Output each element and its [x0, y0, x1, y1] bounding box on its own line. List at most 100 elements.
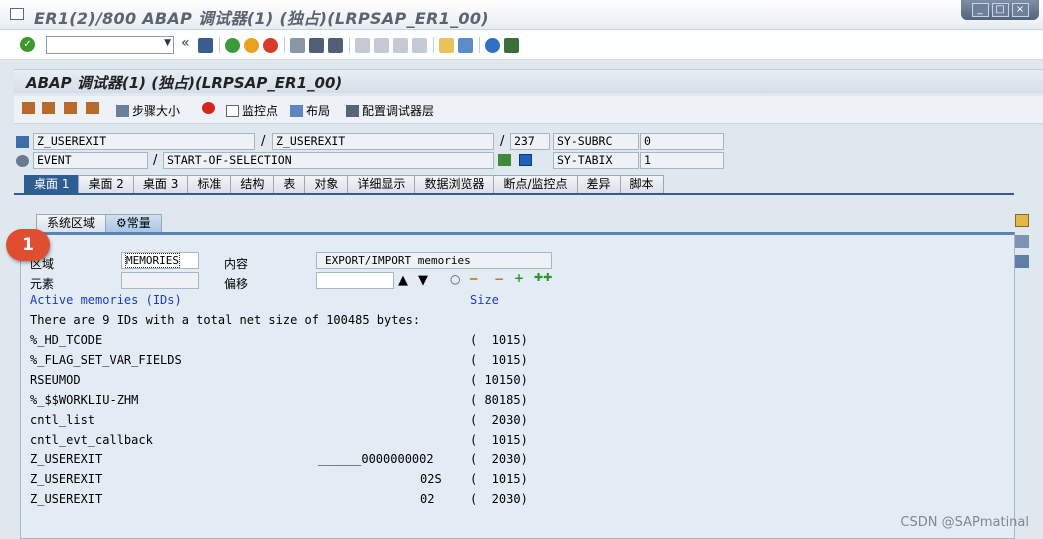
new-tool-icon[interactable]	[1015, 214, 1029, 227]
tab-diff[interactable]: 差异	[576, 175, 621, 193]
step-into-icon[interactable]	[22, 102, 35, 114]
tab-structure[interactable]: 结构	[230, 175, 275, 193]
info-icon[interactable]	[519, 154, 532, 166]
toolbar-separator	[433, 37, 434, 53]
exit-icon[interactable]	[244, 37, 259, 53]
window-controls: _ □ ×	[961, 0, 1039, 20]
decrease-icon[interactable]: −	[494, 272, 504, 286]
list-item-size: ( 1015)	[470, 333, 528, 347]
program-icon	[16, 136, 29, 148]
previous-page-icon[interactable]	[374, 37, 389, 53]
list-item-id: cntl_evt_callback	[30, 433, 153, 447]
tab-standard[interactable]: 标准	[187, 175, 232, 193]
history-icon[interactable]: «	[181, 35, 190, 51]
separator-slash: /	[261, 134, 266, 149]
layout-label: 布局	[306, 104, 331, 118]
tab-system-areas[interactable]: 系统区域	[36, 214, 107, 232]
sy-subrc-value: 0	[640, 133, 724, 150]
event-type-field: EVENT	[33, 152, 148, 169]
swap-tool-icon[interactable]	[1015, 235, 1029, 248]
help-icon[interactable]	[485, 37, 500, 53]
toolbar-separator	[349, 37, 350, 53]
configure-label: 配置调试器层	[362, 104, 435, 118]
sy-tabix-label: SY-TABIX	[553, 152, 639, 169]
layout-settings-icon[interactable]	[504, 37, 519, 53]
tab-breakpoints[interactable]: 断点/监控点	[493, 175, 578, 193]
list-item-size: ( 10150)	[470, 373, 528, 387]
decrease-more-icon[interactable]: ━	[470, 272, 477, 286]
toolbar-separator	[219, 37, 220, 53]
new-session-icon[interactable]	[439, 37, 454, 53]
layout-button[interactable]: 布局	[290, 102, 330, 119]
toolbar-icons	[198, 37, 523, 53]
back-icon[interactable]	[225, 37, 240, 53]
tab-detail-display[interactable]: 详细显示	[347, 175, 416, 193]
separator-slash: /	[153, 153, 158, 168]
services-tool-icon[interactable]	[1015, 255, 1029, 268]
maximize-button[interactable]: □	[991, 3, 1009, 17]
screen-header: ABAP 调试器(1) (独占)(LRPSAP_ER1_00)	[14, 69, 1043, 93]
cancel-icon[interactable]	[263, 37, 278, 53]
program-field: Z_USEREXIT	[33, 133, 255, 150]
list-summary: There are 9 IDs with a total net size of…	[30, 313, 421, 327]
watchpoint-label: 监控点	[242, 104, 279, 118]
list-item-id: %_HD_TCODE	[30, 333, 103, 347]
list-item-size: ( 80185)	[470, 393, 528, 407]
constants-icon: ⚙	[116, 216, 127, 230]
step-return-icon[interactable]	[64, 102, 77, 114]
area-input[interactable]: MEMORIES	[121, 252, 199, 269]
minimize-button[interactable]: _	[971, 3, 989, 17]
page-title: ABAP 调试器(1) (独占)(LRPSAP_ER1_00)	[26, 74, 343, 92]
configure-debugger-layer-button[interactable]: 配置调试器层	[346, 102, 434, 119]
stop-icon	[202, 102, 215, 114]
source-code-icon[interactable]	[498, 154, 511, 166]
close-button[interactable]: ×	[1011, 3, 1029, 17]
list-item-key: ______0000000002	[318, 452, 434, 466]
list-item-size: ( 2030)	[470, 413, 528, 427]
watchpoint-button[interactable]: 监控点	[226, 102, 278, 119]
content-field: EXPORT/IMPORT memories	[316, 252, 552, 269]
list-header-size: Size	[470, 293, 499, 307]
list-item-id: %_FLAG_SET_VAR_FIELDS	[30, 353, 182, 367]
layout-icon	[290, 104, 303, 117]
first-page-icon[interactable]	[355, 37, 370, 53]
element-field	[121, 272, 199, 289]
step-size-button[interactable]: 步骤大小	[116, 102, 180, 119]
offset-input[interactable]	[316, 272, 394, 289]
tab-objects[interactable]: 对象	[304, 175, 349, 193]
line-number-field: 237	[510, 133, 550, 150]
shortcut-icon[interactable]	[458, 37, 473, 53]
print-icon[interactable]	[290, 37, 305, 53]
find-icon[interactable]	[309, 37, 324, 53]
tab-desktop-2[interactable]: 桌面 2	[78, 175, 134, 193]
tab-script[interactable]: 脚本	[619, 175, 664, 193]
page-up-icon[interactable]: ▲	[398, 273, 408, 288]
step-over-icon[interactable]	[42, 102, 55, 114]
page-down-icon[interactable]: ▼	[418, 273, 428, 288]
list-item-id: RSEUMOD	[30, 373, 81, 387]
desktop-tab-strip: 桌面 1 桌面 2 桌面 3 标准 结构 表 对象 详细显示 数据浏览器 断点/…	[24, 175, 664, 193]
title-bar: ER1(2)/800 ABAP 调试器(1) (独占)(LRPSAP_ER1_0…	[0, 0, 1043, 30]
sy-subrc-label: SY-SUBRC	[553, 133, 639, 150]
command-field[interactable]: ▼	[46, 36, 174, 54]
circle-icon[interactable]: ○	[450, 272, 460, 286]
continue-icon[interactable]	[86, 102, 99, 114]
window-title: ER1(2)/800 ABAP 调试器(1) (独占)(LRPSAP_ER1_0…	[34, 9, 489, 28]
last-page-icon[interactable]	[412, 37, 427, 53]
next-page-icon[interactable]	[393, 37, 408, 53]
increase-icon[interactable]: +	[514, 271, 524, 285]
save-icon[interactable]	[198, 37, 213, 53]
window-app-icon[interactable]	[10, 8, 24, 20]
tab-table[interactable]: 表	[273, 175, 306, 193]
tab-desktop-1[interactable]: 桌面 1	[24, 175, 80, 193]
enter-check-icon[interactable]: ✓	[20, 37, 35, 52]
find-next-icon[interactable]	[328, 37, 343, 53]
list-item-size: ( 1015)	[470, 353, 528, 367]
tab-data-explorer[interactable]: 数据浏览器	[414, 175, 495, 193]
toolbar-separator	[479, 37, 480, 53]
chevron-down-icon[interactable]: ▼	[164, 38, 171, 48]
stop-button[interactable]	[202, 102, 215, 114]
increase-more-icon[interactable]: ✚✚	[534, 271, 552, 284]
tab-desktop-3[interactable]: 桌面 3	[132, 175, 189, 193]
tab-constants[interactable]: ⚙常量	[105, 214, 162, 232]
